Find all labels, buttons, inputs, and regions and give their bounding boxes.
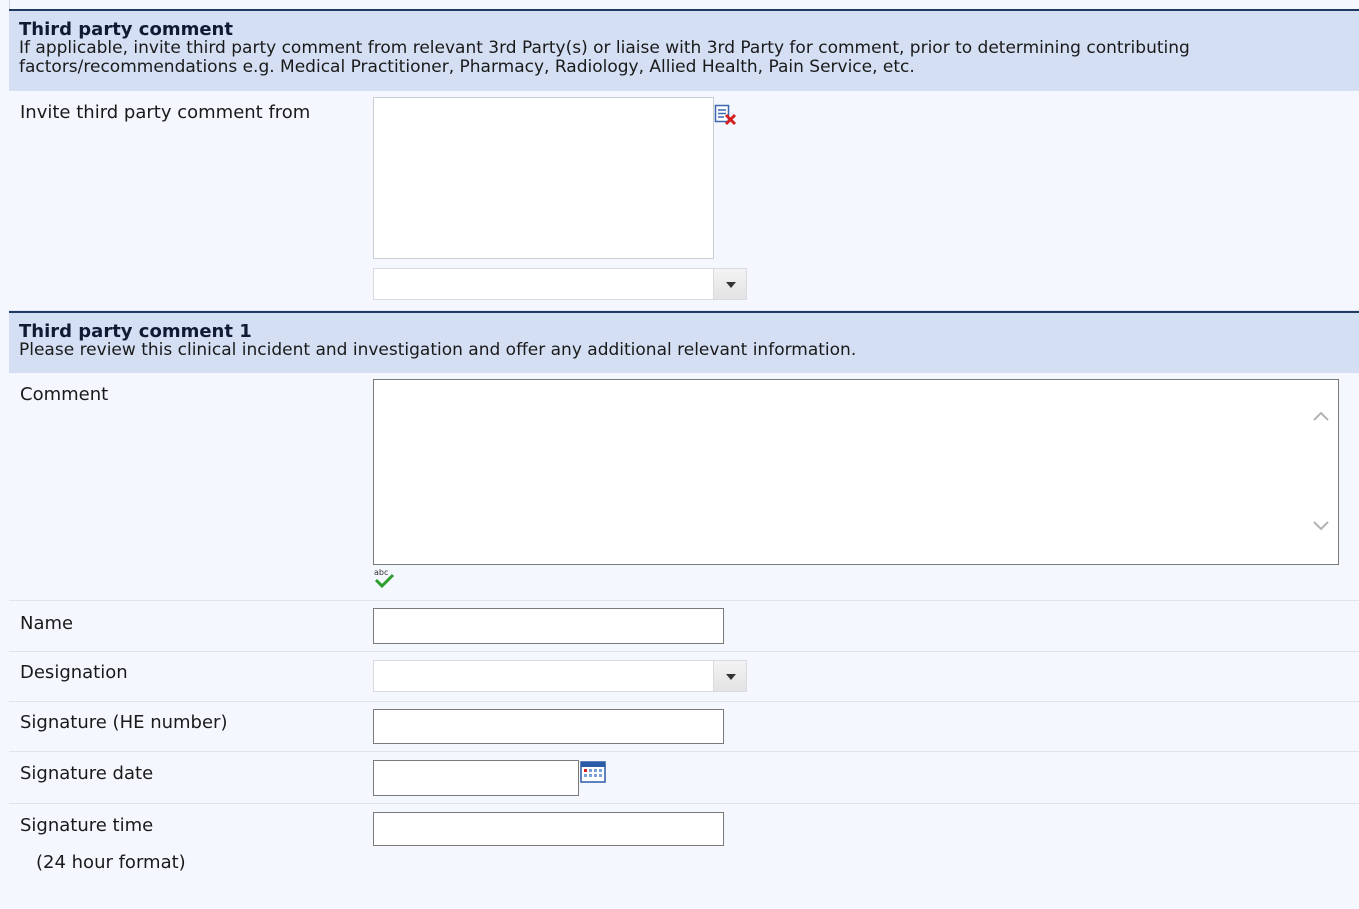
designation-label: Designation	[20, 662, 128, 683]
calendar-icon[interactable]	[579, 760, 607, 784]
section-description-line1: If applicable, invite third party commen…	[19, 38, 1190, 58]
svg-text:abc: abc	[374, 568, 388, 577]
name-label: Name	[20, 613, 74, 634]
name-row: Name	[9, 601, 1359, 652]
signature-time-row: Signature time (24 hour format)	[9, 804, 1359, 909]
clear-list-icon[interactable]	[714, 104, 738, 126]
section-title: Third party comment	[19, 19, 233, 40]
name-input[interactable]	[373, 608, 724, 644]
designation-row: Designation	[9, 652, 1359, 702]
section-header-third-party-comment-1: Third party comment 1 Please review this…	[9, 311, 1359, 373]
signature-date-label: Signature date	[20, 763, 154, 784]
section-description-line2: factors/recommendations e.g. Medical Pra…	[19, 57, 915, 77]
section-description: Please review this clinical incident and…	[19, 340, 857, 360]
designation-select[interactable]	[373, 660, 747, 692]
scroll-down-icon[interactable]	[1312, 520, 1330, 532]
comment-label: Comment	[20, 384, 109, 405]
chevron-down-icon	[726, 674, 736, 680]
comment-row: Comment abc	[9, 373, 1359, 601]
signature-date-input[interactable]	[373, 760, 579, 796]
section-title: Third party comment 1	[19, 321, 252, 342]
third-party-comment-form: Third party comment If applicable, invit…	[0, 0, 1359, 909]
invite-select-dropdown-button[interactable]	[713, 269, 746, 299]
designation-dropdown-button[interactable]	[713, 661, 746, 691]
chevron-down-icon	[726, 282, 736, 288]
invite-third-party-label: Invite third party comment from	[20, 102, 311, 123]
comment-textarea[interactable]	[373, 379, 1339, 565]
signature-time-input[interactable]	[373, 812, 724, 846]
signature-time-label: Signature time	[20, 815, 154, 836]
signature-date-row: Signature date	[9, 752, 1359, 804]
spell-check-icon[interactable]: abc	[373, 567, 397, 589]
section-header-third-party-comment: Third party comment If applicable, invit…	[9, 9, 1359, 91]
signature-time-hint: (24 hour format)	[36, 852, 186, 873]
invite-third-party-select[interactable]	[373, 268, 747, 300]
signature-input[interactable]	[373, 709, 724, 744]
signature-label: Signature (HE number)	[20, 712, 228, 733]
invite-third-party-list[interactable]	[373, 97, 714, 259]
signature-row: Signature (HE number)	[9, 702, 1359, 752]
invite-third-party-row: Invite third party comment from	[9, 91, 1359, 311]
scroll-up-icon[interactable]	[1312, 410, 1330, 422]
